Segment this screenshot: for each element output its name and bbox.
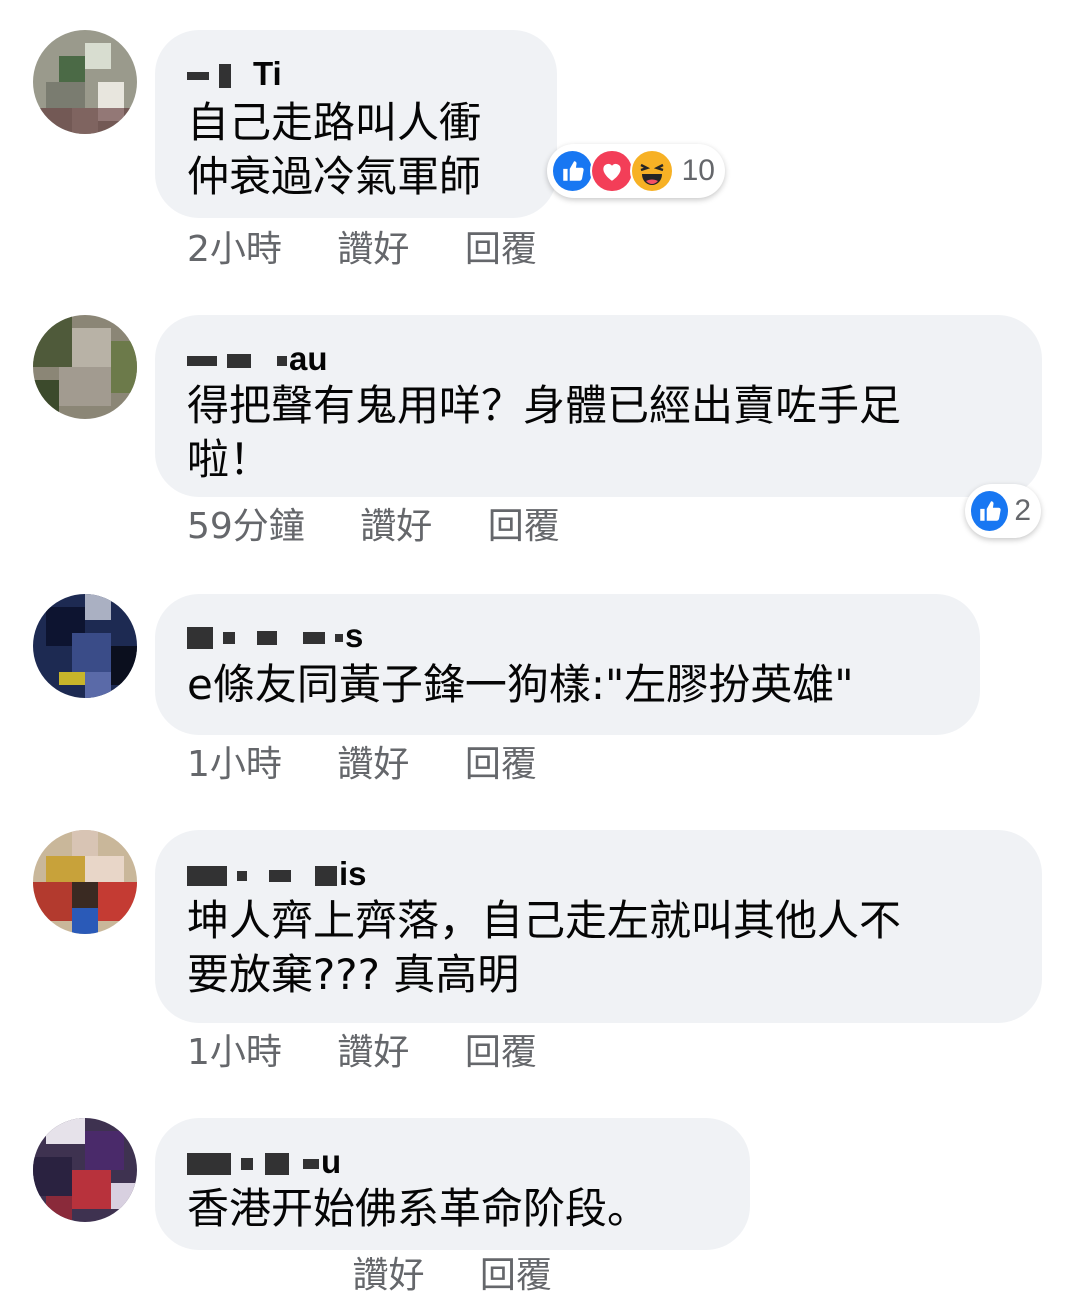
like-button[interactable]: 讚好 xyxy=(360,506,432,547)
avatar[interactable] xyxy=(33,1118,137,1222)
comment-time[interactable]: 1小時 xyxy=(187,744,282,785)
commenter-name[interactable]: au xyxy=(187,341,1010,377)
reply-button[interactable]: 回覆 xyxy=(480,1255,552,1296)
love-icon xyxy=(590,149,634,193)
like-button[interactable]: 讚好 xyxy=(352,1255,424,1296)
commenter-name[interactable]: s xyxy=(187,618,948,654)
commenter-name[interactable]: u xyxy=(187,1144,718,1180)
comment-bubble: u 香港开始佛系革命阶段。 xyxy=(155,1118,750,1250)
comment-actions: 1小時 讚好 回覆 xyxy=(187,1033,581,1073)
reaction-summary[interactable]: 10 xyxy=(547,144,725,198)
reaction-summary[interactable]: 2 xyxy=(965,484,1041,538)
commenter-name[interactable]: is xyxy=(187,856,1010,892)
comment-text: 自己走路叫人衝 仲衰過冷氣軍師 xyxy=(187,98,482,201)
reaction-count: 2 xyxy=(1014,494,1031,527)
like-icon xyxy=(969,489,1011,533)
comment-bubble: s e條友同黃子鋒一狗樣:"左膠扮英雄" xyxy=(155,594,980,735)
comment-actions: 2小時 讚好 回覆 xyxy=(187,230,581,270)
like-button[interactable]: 讚好 xyxy=(337,229,409,270)
avatar[interactable] xyxy=(33,594,137,698)
comment-text: e條友同黃子鋒一狗樣:"左膠扮英雄" xyxy=(187,660,854,709)
comment-actions: 59分鐘 讚好 回覆 xyxy=(187,507,604,547)
comment-text: 得把聲有鬼用咩？身體已經出賣咗手足 啦！ xyxy=(187,381,902,484)
comment-time[interactable]: 59分鐘 xyxy=(187,506,305,547)
reply-button[interactable]: 回覆 xyxy=(465,1032,537,1073)
comment-actions: 讚好 回覆 xyxy=(187,1256,596,1296)
like-button[interactable]: 讚好 xyxy=(337,1032,409,1073)
commenter-name[interactable]: Ti xyxy=(187,56,525,92)
avatar[interactable] xyxy=(33,315,137,419)
comment-bubble: au 得把聲有鬼用咩？身體已經出賣咗手足 啦！ xyxy=(155,315,1042,497)
haha-icon xyxy=(629,149,674,193)
reply-button[interactable]: 回覆 xyxy=(465,229,537,270)
reply-button[interactable]: 回覆 xyxy=(465,744,537,785)
comment-text: 香港开始佛系革命阶段。 xyxy=(187,1184,650,1233)
like-icon xyxy=(551,149,595,193)
comment-time[interactable]: 2小時 xyxy=(187,229,282,270)
comment-bubble: Ti 自己走路叫人衝 仲衰過冷氣軍師 xyxy=(155,30,557,218)
comment-text: 坤人齊上齊落，自己走左就叫其他人不 要放棄??? 真高明 xyxy=(187,896,902,999)
avatar[interactable] xyxy=(33,30,137,134)
like-button[interactable]: 讚好 xyxy=(337,744,409,785)
comment-actions: 1小時 讚好 回覆 xyxy=(187,745,581,785)
comment-time[interactable]: 1小時 xyxy=(187,1032,282,1073)
comment-bubble: is 坤人齊上齊落，自己走左就叫其他人不 要放棄??? 真高明 xyxy=(155,830,1042,1023)
reaction-count: 10 xyxy=(681,154,715,187)
avatar[interactable] xyxy=(33,830,137,934)
reply-button[interactable]: 回覆 xyxy=(488,506,560,547)
